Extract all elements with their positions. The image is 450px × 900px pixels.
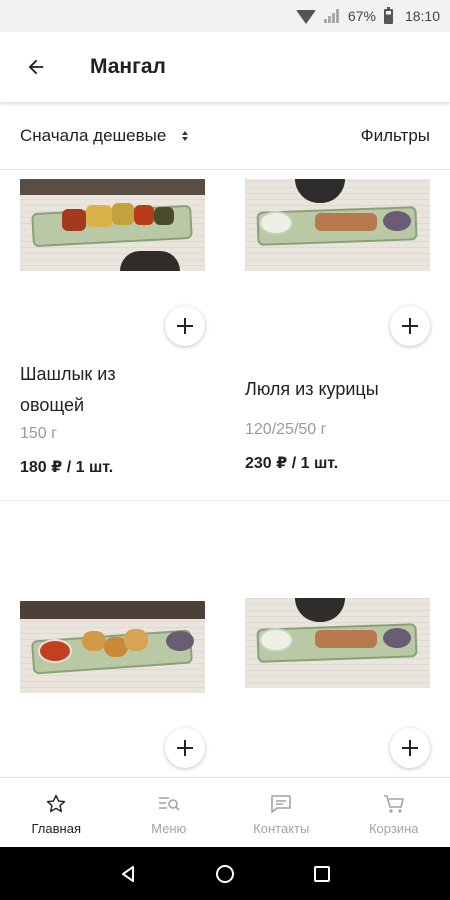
clock: 18:10 [404, 8, 440, 24]
system-recents-button[interactable] [302, 854, 342, 894]
status-bar: 67% 18:10 [0, 0, 450, 32]
add-to-cart-button[interactable] [390, 306, 430, 346]
product-card[interactable] [20, 601, 225, 768]
sort-label: Сначала дешевые [20, 125, 167, 145]
nav-item-cart[interactable]: Корзина [338, 778, 450, 847]
page-title: Мангал [90, 55, 166, 78]
plus-icon [177, 318, 193, 334]
nav-label: Главная [31, 821, 81, 836]
product-card[interactable]: Люля из курицы 120/25/50 г 230 ₽ / 1 шт. [245, 179, 450, 473]
plus-icon [402, 740, 418, 756]
sort-bar: Сначала дешевые Фильтры [0, 102, 450, 170]
product-card[interactable] [245, 598, 450, 768]
system-navigation-bar [0, 847, 450, 900]
add-to-cart-button[interactable] [390, 728, 430, 768]
nav-item-home[interactable]: Главная [0, 778, 113, 847]
plus-icon [177, 740, 193, 756]
product-weight: 120/25/50 г [245, 421, 327, 438]
product-card[interactable]: Шашлык из овощей 150 г 180 ₽ / 1 шт. [20, 179, 225, 477]
wifi-icon [295, 8, 316, 24]
product-photo [245, 179, 430, 271]
nav-label: Корзина [368, 821, 419, 836]
product-price: 230 ₽ / 1 шт. [245, 455, 339, 472]
sort-arrows-icon [182, 130, 189, 141]
chat-icon [269, 793, 293, 815]
square-recents-icon [313, 865, 330, 882]
signal-icon [323, 9, 340, 23]
cart-icon [382, 793, 406, 815]
product-photo [20, 601, 205, 693]
battery-icon [383, 6, 393, 24]
nav-item-contacts[interactable]: Контакты [225, 778, 338, 847]
product-weight: 150 г [20, 425, 57, 442]
plus-icon [402, 318, 418, 334]
product-grid: Шашлык из овощей 150 г 180 ₽ / 1 шт. Люл… [0, 171, 450, 777]
system-back-button[interactable] [108, 854, 148, 894]
sort-dropdown[interactable]: Сначала дешевые [20, 125, 189, 146]
triangle-back-icon [122, 865, 135, 882]
product-photo [20, 179, 205, 271]
add-to-cart-button[interactable] [165, 728, 205, 768]
system-home-button[interactable] [205, 854, 245, 894]
add-to-cart-button[interactable] [165, 306, 205, 346]
product-photo [245, 598, 430, 688]
bottom-navigation: Главная Меню Контакты Корзина [0, 777, 450, 847]
circle-home-icon [215, 864, 234, 883]
product-name: Люля из курицы [245, 379, 379, 399]
back-button[interactable] [14, 45, 58, 89]
menu-search-icon [157, 793, 181, 815]
nav-label: Меню [151, 821, 187, 836]
arrow-left-icon [28, 59, 44, 75]
product-price: 180 ₽ / 1 шт. [20, 459, 114, 476]
star-icon [44, 793, 68, 815]
battery-percent: 67% [347, 8, 376, 24]
row-divider [0, 500, 450, 501]
nav-label: Контакты [253, 821, 310, 836]
app-bar: Мангал [0, 32, 450, 102]
product-name: Шашлык из овощей [20, 364, 116, 415]
nav-item-menu[interactable]: Меню [113, 778, 226, 847]
filters-button[interactable]: Фильтры [361, 126, 430, 146]
